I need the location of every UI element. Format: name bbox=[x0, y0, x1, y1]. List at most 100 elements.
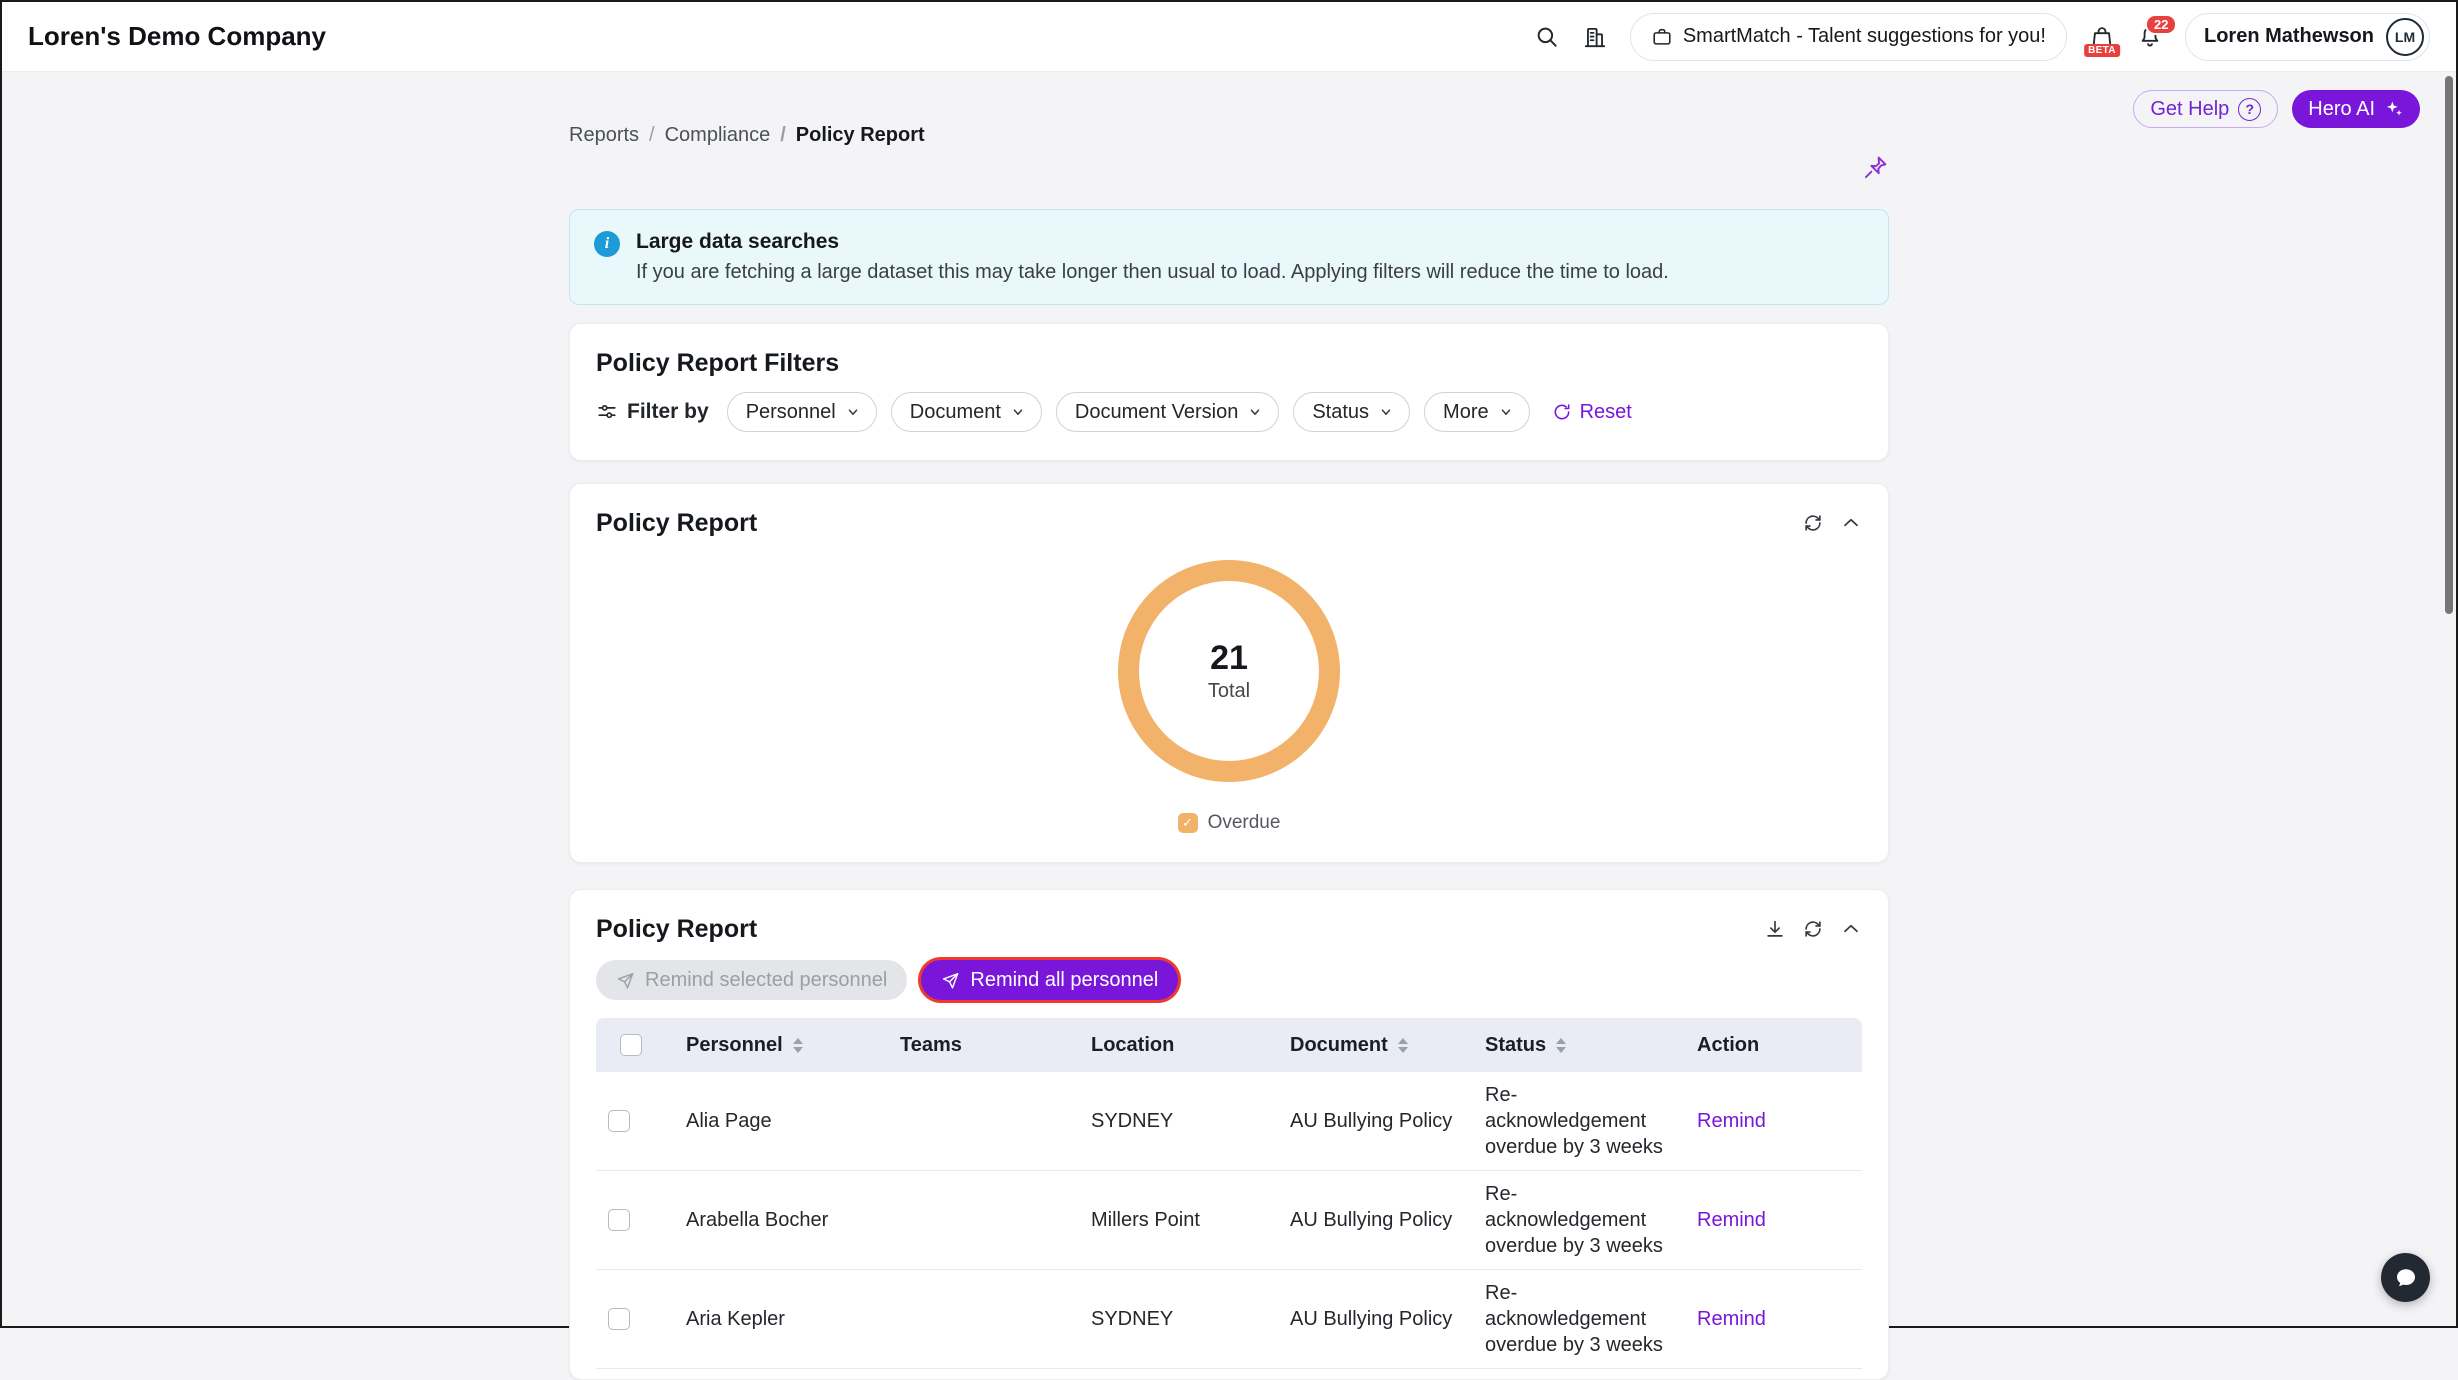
filter-dropdown-more-label: More bbox=[1443, 401, 1489, 424]
notifications-button[interactable]: 22 bbox=[2137, 24, 2163, 50]
column-header-status[interactable]: Status bbox=[1473, 1034, 1685, 1057]
remind-link[interactable]: Remind bbox=[1685, 1308, 1766, 1331]
remind-link[interactable]: Remind bbox=[1685, 1209, 1766, 1232]
collapse-button[interactable] bbox=[1840, 512, 1862, 534]
table-row: Aria Kepler SYDNEY AU Bullying Policy Re… bbox=[596, 1270, 1862, 1369]
refresh-button[interactable] bbox=[1802, 512, 1824, 534]
filters-card-title: Policy Report Filters bbox=[596, 350, 1862, 376]
cell-location: Millers Point bbox=[1079, 1197, 1278, 1243]
remind-selected-label: Remind selected personnel bbox=[645, 969, 887, 992]
chevron-down-icon bbox=[1011, 405, 1025, 419]
send-icon bbox=[616, 971, 635, 990]
cell-status: Re-acknowledgement overdue by 3 weeks bbox=[1473, 1171, 1685, 1269]
sort-icon bbox=[1398, 1038, 1408, 1053]
column-header-teams: Teams bbox=[888, 1034, 1079, 1057]
filter-dropdown-document-version-label: Document Version bbox=[1075, 401, 1238, 424]
swag-store-button[interactable]: BETA bbox=[2089, 24, 2115, 50]
cell-document: AU Bullying Policy bbox=[1278, 1296, 1473, 1342]
column-label: Personnel bbox=[686, 1034, 783, 1057]
cell-status: Re-acknowledgement overdue by 3 weeks bbox=[1473, 1072, 1685, 1170]
user-name: Loren Mathewson bbox=[2204, 25, 2374, 48]
filter-dropdown-personnel-label: Personnel bbox=[746, 401, 836, 424]
cell-location: SYDNEY bbox=[1079, 1098, 1278, 1144]
filter-dropdown-document-label: Document bbox=[910, 401, 1001, 424]
column-header-location: Location bbox=[1079, 1034, 1278, 1057]
remind-all-button[interactable]: Remind all personnel bbox=[921, 960, 1178, 1000]
chevron-up-icon bbox=[1840, 512, 1862, 534]
info-banner: Large data searches If you are fetching … bbox=[569, 209, 1889, 305]
get-help-button[interactable]: Get Help bbox=[2133, 90, 2278, 128]
reset-icon bbox=[1552, 402, 1572, 422]
column-header-personnel[interactable]: Personnel bbox=[674, 1034, 888, 1057]
legend-checkbox-icon bbox=[1178, 813, 1198, 833]
cell-personnel: Alia Page bbox=[674, 1098, 888, 1144]
info-banner-title: Large data searches bbox=[636, 230, 1669, 254]
filter-by-label: Filter by bbox=[627, 400, 709, 424]
chat-bubble-icon bbox=[2394, 1266, 2418, 1290]
beta-badge: BETA bbox=[2084, 44, 2120, 57]
remind-buttons-row: Remind selected personnel Remind all per… bbox=[596, 960, 1862, 1000]
policy-report-table: Personnel Teams Location Document Stat bbox=[596, 1018, 1862, 1369]
reset-label: Reset bbox=[1580, 401, 1632, 424]
row-checkbox[interactable] bbox=[608, 1209, 630, 1231]
company-name: Loren's Demo Company bbox=[28, 21, 326, 52]
scrollbar-thumb[interactable] bbox=[2445, 76, 2453, 614]
filter-dropdown-document-version[interactable]: Document Version bbox=[1056, 392, 1279, 432]
sort-icon bbox=[793, 1038, 803, 1053]
cell-teams bbox=[888, 1309, 1079, 1329]
column-header-document[interactable]: Document bbox=[1278, 1034, 1473, 1057]
pin-button[interactable] bbox=[1862, 154, 1889, 181]
info-banner-message: If you are fetching a large dataset this… bbox=[636, 260, 1669, 284]
send-icon bbox=[941, 971, 960, 990]
chevron-down-icon bbox=[1379, 405, 1393, 419]
chevron-down-icon bbox=[1499, 405, 1513, 419]
filter-dropdown-document[interactable]: Document bbox=[891, 392, 1042, 432]
filter-row: Filter by Personnel Document Document Ve… bbox=[596, 392, 1862, 432]
row-checkbox[interactable] bbox=[608, 1110, 630, 1132]
collapse-button[interactable] bbox=[1840, 918, 1862, 940]
download-button[interactable] bbox=[1764, 918, 1786, 940]
hero-ai-button[interactable]: Hero AI bbox=[2292, 90, 2420, 128]
organisation-button[interactable] bbox=[1582, 24, 1608, 50]
sort-icon bbox=[1556, 1038, 1566, 1053]
policy-report-table-card: Policy Report bbox=[569, 889, 1889, 1380]
question-icon bbox=[2238, 98, 2261, 121]
filter-dropdown-more[interactable]: More bbox=[1424, 392, 1530, 432]
user-menu[interactable]: Loren Mathewson LM bbox=[2185, 13, 2430, 61]
refresh-icon bbox=[1802, 918, 1824, 940]
row-checkbox[interactable] bbox=[608, 1308, 630, 1330]
search-button[interactable] bbox=[1534, 24, 1560, 50]
filter-dropdown-status[interactable]: Status bbox=[1293, 392, 1410, 432]
cell-document: AU Bullying Policy bbox=[1278, 1098, 1473, 1144]
table-row: Alia Page SYDNEY AU Bullying Policy Re-a… bbox=[596, 1072, 1862, 1171]
refresh-icon bbox=[1802, 512, 1824, 534]
reset-filters-button[interactable]: Reset bbox=[1552, 401, 1632, 424]
sliders-icon bbox=[596, 401, 618, 423]
donut-total-label: Total bbox=[1208, 680, 1250, 703]
table-header-row: Personnel Teams Location Document Stat bbox=[596, 1018, 1862, 1072]
smartmatch-label: SmartMatch - Talent suggestions for you! bbox=[1683, 25, 2046, 48]
cell-personnel: Arabella Bocher bbox=[674, 1197, 888, 1243]
breadcrumb-item-reports[interactable]: Reports bbox=[569, 124, 639, 147]
user-avatar: LM bbox=[2386, 18, 2424, 56]
chevron-up-icon bbox=[1840, 918, 1862, 940]
notification-badge: 22 bbox=[2145, 14, 2177, 35]
remind-all-label: Remind all personnel bbox=[970, 969, 1158, 992]
chat-button[interactable] bbox=[2381, 1253, 2430, 1302]
legend-item-overdue[interactable]: Overdue bbox=[596, 812, 1862, 834]
remind-selected-button[interactable]: Remind selected personnel bbox=[596, 960, 907, 1000]
filter-dropdown-personnel[interactable]: Personnel bbox=[727, 392, 877, 432]
policy-report-chart-card: Policy Report 21 Total bbox=[569, 483, 1889, 863]
table-card-head: Policy Report bbox=[596, 916, 1862, 942]
smartmatch-button[interactable]: SmartMatch - Talent suggestions for you! bbox=[1630, 13, 2067, 61]
pin-icon bbox=[1862, 154, 1889, 181]
refresh-button[interactable] bbox=[1802, 918, 1824, 940]
breadcrumb-item-compliance[interactable]: Compliance bbox=[639, 124, 770, 147]
sparkles-icon bbox=[2384, 99, 2404, 119]
content-column: Reports Compliance Policy Report Large d… bbox=[569, 72, 1889, 1380]
table-card-actions bbox=[1764, 918, 1862, 940]
remind-link[interactable]: Remind bbox=[1685, 1110, 1766, 1133]
select-all-checkbox[interactable] bbox=[620, 1034, 642, 1056]
filter-dropdown-status-label: Status bbox=[1312, 401, 1369, 424]
table-card-title: Policy Report bbox=[596, 916, 757, 942]
